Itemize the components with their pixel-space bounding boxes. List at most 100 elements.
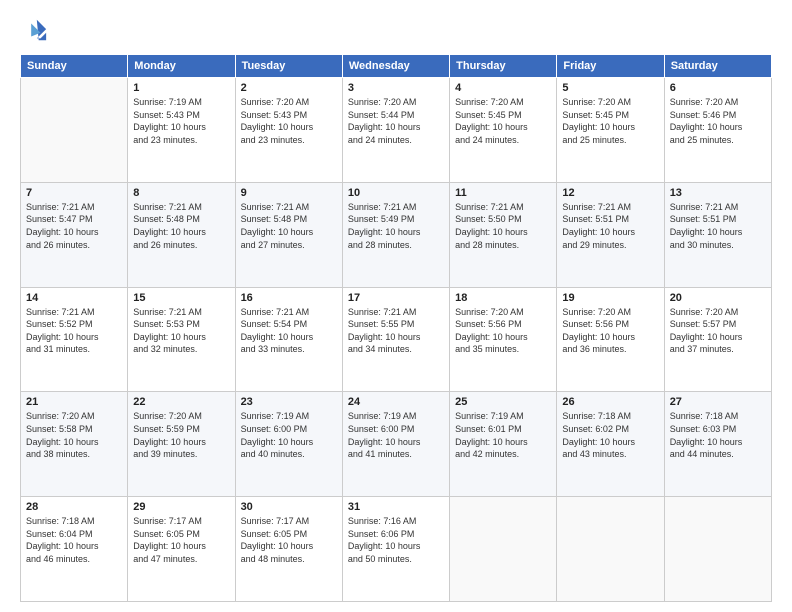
day-number: 22 xyxy=(133,396,229,408)
day-number: 30 xyxy=(241,501,337,513)
day-info: Sunrise: 7:21 AM Sunset: 5:50 PM Dayligh… xyxy=(455,201,551,251)
day-number: 24 xyxy=(348,396,444,408)
page: SundayMondayTuesdayWednesdayThursdayFrid… xyxy=(0,0,792,612)
calendar-cell xyxy=(450,497,557,602)
day-info: Sunrise: 7:16 AM Sunset: 6:06 PM Dayligh… xyxy=(348,515,444,565)
calendar-cell: 19 Sunrise: 7:20 AM Sunset: 5:56 PM Dayli… xyxy=(557,287,664,392)
calendar-cell: 7Sunrise: 7:21 AM Sunset: 5:47 PM Daylig… xyxy=(21,182,128,287)
day-number: 3 xyxy=(348,82,444,94)
day-info: Sunrise: 7:20 AM Sunset: 5:45 PM Dayligh… xyxy=(562,96,658,146)
day-info: Sunrise: 7:17 AM Sunset: 6:05 PM Dayligh… xyxy=(133,515,229,565)
calendar-cell: 30 Sunrise: 7:17 AM Sunset: 6:05 PM Dayli… xyxy=(235,497,342,602)
calendar-cell: 3 Sunrise: 7:20 AM Sunset: 5:44 PM Daylig… xyxy=(342,78,449,183)
day-number: 1 xyxy=(133,82,229,94)
calendar-cell: 12 Sunrise: 7:21 AM Sunset: 5:51 PM Dayli… xyxy=(557,182,664,287)
day-info: Sunrise: 7:20 AM Sunset: 5:57 PM Dayligh… xyxy=(670,306,766,356)
day-info: Sunrise: 7:17 AM Sunset: 6:05 PM Dayligh… xyxy=(241,515,337,565)
day-number: 29 xyxy=(133,501,229,513)
day-info: Sunrise: 7:21 AM Sunset: 5:48 PM Dayligh… xyxy=(133,201,229,251)
day-number: 9 xyxy=(241,187,337,199)
week-row-2: 14 Sunrise: 7:21 AM Sunset: 5:52 PM Dayli… xyxy=(21,287,772,392)
day-number: 4 xyxy=(455,82,551,94)
day-number: 8 xyxy=(133,187,229,199)
calendar-cell: 14 Sunrise: 7:21 AM Sunset: 5:52 PM Dayli… xyxy=(21,287,128,392)
week-row-4: 28 Sunrise: 7:18 AM Sunset: 6:04 PM Dayli… xyxy=(21,497,772,602)
calendar-cell: 24 Sunrise: 7:19 AM Sunset: 6:00 PM Dayli… xyxy=(342,392,449,497)
day-number: 27 xyxy=(670,396,766,408)
day-info: Sunrise: 7:20 AM Sunset: 5:56 PM Dayligh… xyxy=(562,306,658,356)
weekday-sunday: Sunday xyxy=(21,55,128,78)
day-number: 7 xyxy=(26,187,122,199)
day-info: Sunrise: 7:19 AM Sunset: 6:00 PM Dayligh… xyxy=(348,410,444,460)
day-info: Sunrise: 7:20 AM Sunset: 5:45 PM Dayligh… xyxy=(455,96,551,146)
calendar-cell xyxy=(21,78,128,183)
calendar-cell: 20Sunrise: 7:20 AM Sunset: 5:57 PM Dayli… xyxy=(664,287,771,392)
day-info: Sunrise: 7:18 AM Sunset: 6:02 PM Dayligh… xyxy=(562,410,658,460)
calendar-cell: 18 Sunrise: 7:20 AM Sunset: 5:56 PM Dayli… xyxy=(450,287,557,392)
day-number: 18 xyxy=(455,292,551,304)
day-number: 17 xyxy=(348,292,444,304)
day-number: 13 xyxy=(670,187,766,199)
calendar-cell: 15 Sunrise: 7:21 AM Sunset: 5:53 PM Dayli… xyxy=(128,287,235,392)
calendar-cell: 21 Sunrise: 7:20 AM Sunset: 5:58 PM Dayli… xyxy=(21,392,128,497)
day-number: 15 xyxy=(133,292,229,304)
day-info: Sunrise: 7:21 AM Sunset: 5:54 PM Dayligh… xyxy=(241,306,337,356)
day-number: 5 xyxy=(562,82,658,94)
calendar-cell: 2 Sunrise: 7:20 AM Sunset: 5:43 PM Daylig… xyxy=(235,78,342,183)
day-number: 2 xyxy=(241,82,337,94)
weekday-wednesday: Wednesday xyxy=(342,55,449,78)
calendar-cell: 1 Sunrise: 7:19 AM Sunset: 5:43 PM Daylig… xyxy=(128,78,235,183)
weekday-tuesday: Tuesday xyxy=(235,55,342,78)
calendar-cell: 9 Sunrise: 7:21 AM Sunset: 5:48 PM Daylig… xyxy=(235,182,342,287)
calendar-cell: 17Sunrise: 7:21 AM Sunset: 5:55 PM Dayli… xyxy=(342,287,449,392)
day-number: 12 xyxy=(562,187,658,199)
day-info: Sunrise: 7:21 AM Sunset: 5:51 PM Dayligh… xyxy=(562,201,658,251)
day-number: 28 xyxy=(26,501,122,513)
calendar-cell: 11 Sunrise: 7:21 AM Sunset: 5:50 PM Dayli… xyxy=(450,182,557,287)
calendar-cell: 27 Sunrise: 7:18 AM Sunset: 6:03 PM Dayli… xyxy=(664,392,771,497)
day-info: Sunrise: 7:19 AM Sunset: 6:00 PM Dayligh… xyxy=(241,410,337,460)
day-number: 25 xyxy=(455,396,551,408)
day-info: Sunrise: 7:20 AM Sunset: 5:46 PM Dayligh… xyxy=(670,96,766,146)
day-number: 14 xyxy=(26,292,122,304)
logo xyxy=(20,16,52,44)
day-info: Sunrise: 7:21 AM Sunset: 5:53 PM Dayligh… xyxy=(133,306,229,356)
calendar-cell: 10 Sunrise: 7:21 AM Sunset: 5:49 PM Dayli… xyxy=(342,182,449,287)
header xyxy=(20,16,772,44)
day-number: 31 xyxy=(348,501,444,513)
day-info: Sunrise: 7:18 AM Sunset: 6:04 PM Dayligh… xyxy=(26,515,122,565)
calendar-cell: 26Sunrise: 7:18 AM Sunset: 6:02 PM Dayli… xyxy=(557,392,664,497)
day-info: Sunrise: 7:20 AM Sunset: 5:59 PM Dayligh… xyxy=(133,410,229,460)
week-row-0: 1 Sunrise: 7:19 AM Sunset: 5:43 PM Daylig… xyxy=(21,78,772,183)
calendar-cell xyxy=(664,497,771,602)
calendar-cell: 28 Sunrise: 7:18 AM Sunset: 6:04 PM Dayli… xyxy=(21,497,128,602)
day-info: Sunrise: 7:19 AM Sunset: 5:43 PM Dayligh… xyxy=(133,96,229,146)
day-info: Sunrise: 7:18 AM Sunset: 6:03 PM Dayligh… xyxy=(670,410,766,460)
day-info: Sunrise: 7:19 AM Sunset: 6:01 PM Dayligh… xyxy=(455,410,551,460)
day-number: 19 xyxy=(562,292,658,304)
day-number: 21 xyxy=(26,396,122,408)
day-number: 11 xyxy=(455,187,551,199)
day-info: Sunrise: 7:21 AM Sunset: 5:48 PM Dayligh… xyxy=(241,201,337,251)
day-info: Sunrise: 7:20 AM Sunset: 5:56 PM Dayligh… xyxy=(455,306,551,356)
day-info: Sunrise: 7:20 AM Sunset: 5:58 PM Dayligh… xyxy=(26,410,122,460)
day-number: 6 xyxy=(670,82,766,94)
weekday-thursday: Thursday xyxy=(450,55,557,78)
day-info: Sunrise: 7:20 AM Sunset: 5:43 PM Dayligh… xyxy=(241,96,337,146)
calendar-cell: 23 Sunrise: 7:19 AM Sunset: 6:00 PM Dayli… xyxy=(235,392,342,497)
day-number: 16 xyxy=(241,292,337,304)
week-row-1: 7Sunrise: 7:21 AM Sunset: 5:47 PM Daylig… xyxy=(21,182,772,287)
week-row-3: 21 Sunrise: 7:20 AM Sunset: 5:58 PM Dayli… xyxy=(21,392,772,497)
weekday-friday: Friday xyxy=(557,55,664,78)
logo-icon xyxy=(20,16,48,44)
day-info: Sunrise: 7:21 AM Sunset: 5:52 PM Dayligh… xyxy=(26,306,122,356)
day-number: 23 xyxy=(241,396,337,408)
day-info: Sunrise: 7:20 AM Sunset: 5:44 PM Dayligh… xyxy=(348,96,444,146)
calendar-cell xyxy=(557,497,664,602)
calendar-cell: 22 Sunrise: 7:20 AM Sunset: 5:59 PM Dayli… xyxy=(128,392,235,497)
day-info: Sunrise: 7:21 AM Sunset: 5:49 PM Dayligh… xyxy=(348,201,444,251)
calendar-cell: 4 Sunrise: 7:20 AM Sunset: 5:45 PM Daylig… xyxy=(450,78,557,183)
day-info: Sunrise: 7:21 AM Sunset: 5:51 PM Dayligh… xyxy=(670,201,766,251)
day-number: 10 xyxy=(348,187,444,199)
calendar-cell: 5 Sunrise: 7:20 AM Sunset: 5:45 PM Daylig… xyxy=(557,78,664,183)
